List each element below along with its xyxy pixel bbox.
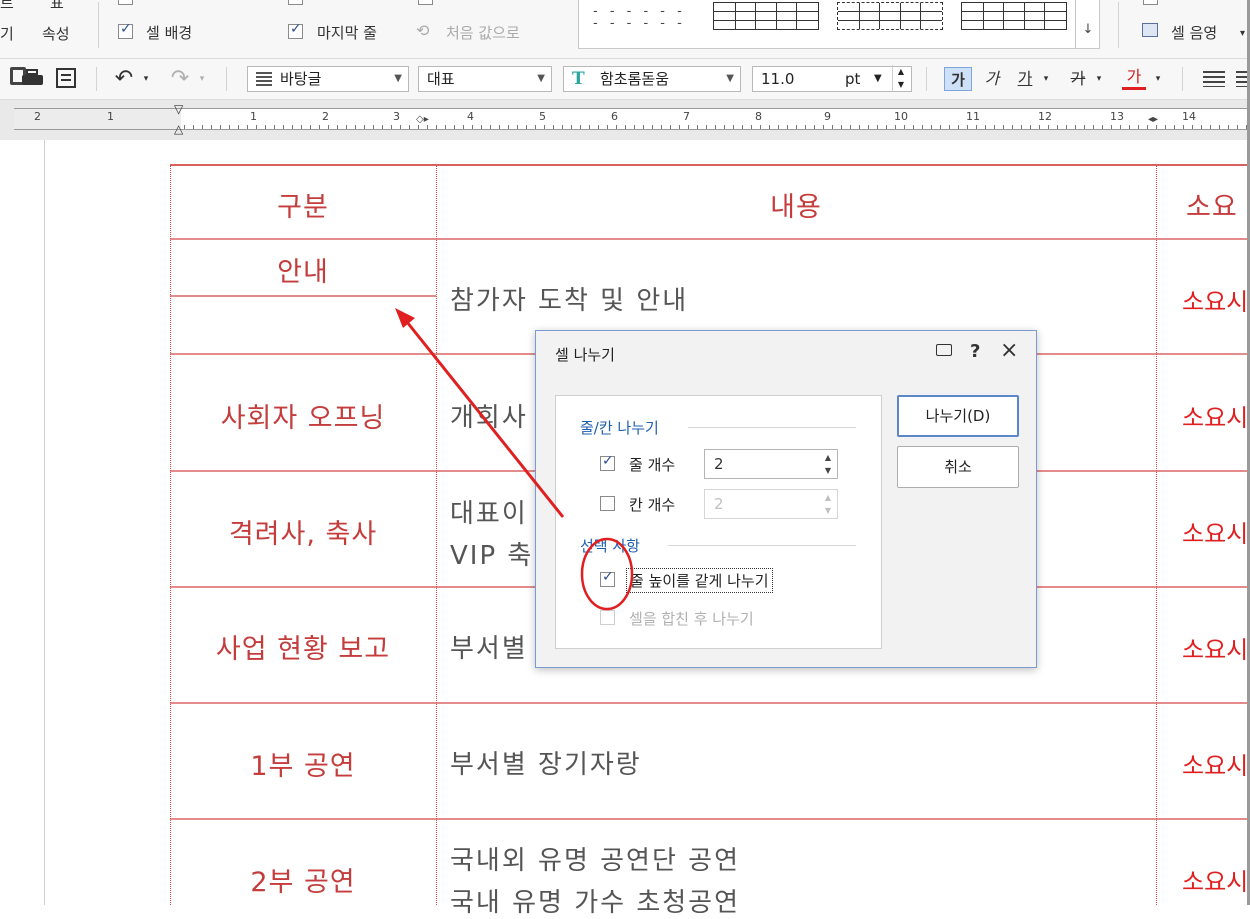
annotation-arrow-line — [405, 321, 565, 518]
annotation-circle — [580, 537, 634, 611]
annotation-overlay — [395, 308, 634, 611]
annotation-arrowhead — [395, 308, 415, 328]
